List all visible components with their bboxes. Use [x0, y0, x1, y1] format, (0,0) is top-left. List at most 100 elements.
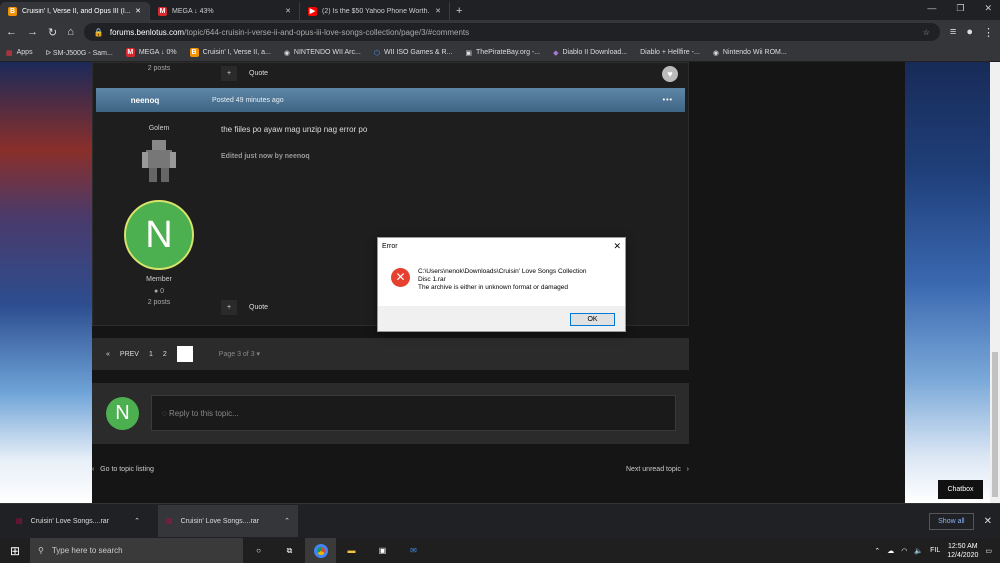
download-item[interactable]: ▤ Cruisin' Love Songs....rar ⌃: [158, 505, 298, 537]
prev-icon[interactable]: «: [106, 351, 110, 358]
chatbox-button[interactable]: Chatbox: [938, 480, 983, 499]
mail-icon[interactable]: ✉: [398, 538, 429, 563]
mega-icon: M: [125, 48, 135, 57]
dialog-titlebar: Error ✕: [378, 238, 625, 254]
more-options-icon[interactable]: •••: [663, 97, 673, 104]
browser-toolbar: ← → ↻ ⌂ 🔒 forums.benlotus.com/topic/644-…: [0, 20, 1000, 44]
notification-icon[interactable]: ▭: [985, 547, 992, 555]
cloud-icon[interactable]: ☁: [887, 547, 894, 555]
next-topic-link[interactable]: Next unread topic ›: [626, 466, 689, 473]
window-controls: — ❐ ✕: [927, 3, 992, 14]
new-tab-button[interactable]: +: [456, 5, 462, 17]
avatar: N: [106, 397, 139, 430]
taskbar-search[interactable]: ⚲ Type here to search: [30, 538, 243, 563]
prev-button[interactable]: PREV: [120, 351, 139, 358]
show-all-button[interactable]: Show all: [929, 512, 974, 530]
url-host: forums.benlotus.com: [109, 27, 185, 37]
bookmark-item[interactable]: B Cruisin' I, Verse II, a...: [189, 48, 271, 57]
back-icon[interactable]: ←: [6, 26, 17, 38]
home-icon[interactable]: ⌂: [67, 26, 74, 38]
error-icon: ✕: [391, 268, 410, 287]
chrome-icon[interactable]: [305, 538, 336, 563]
close-icon[interactable]: ✕: [613, 241, 621, 252]
bookmark-item[interactable]: ⬡ WII ISO Games & R...: [374, 49, 453, 57]
downloads-bar: ▤ Cruisin' Love Songs....rar ⌃ ▤ Cruisin…: [0, 503, 1000, 538]
heart-icon[interactable]: ♥: [662, 66, 678, 82]
bookmark-item[interactable]: ▣ ThePirateBay.org -...: [465, 49, 540, 57]
file-explorer-icon[interactable]: ▬: [336, 538, 367, 563]
tab-mega[interactable]: M MEGA ↓ 43% ✕: [150, 2, 300, 20]
minimize-icon[interactable]: —: [927, 3, 936, 14]
diablo-icon: ◆: [553, 49, 559, 57]
tab-cruisin[interactable]: B Cruisin' I, Verse II, and Opus III (I.…: [0, 2, 150, 20]
dialog-footer: OK: [378, 306, 625, 333]
download-item[interactable]: ▤ Cruisin' Love Songs....rar ⌃: [8, 505, 148, 537]
globe-icon: ◉: [283, 49, 290, 57]
reply-input[interactable]: ◌ Reply to this topic...: [151, 395, 676, 431]
chevron-up-icon[interactable]: ⌃: [284, 517, 290, 525]
reputation-icon: ●: [153, 288, 159, 295]
rank-title: Golem: [148, 125, 170, 132]
topic-navigation: ‹ Go to topic listing Next unread topic …: [92, 466, 689, 473]
page-jump[interactable]: Page 3 of 3 ▾: [219, 350, 260, 358]
reload-icon[interactable]: ↻: [48, 26, 57, 39]
menu-icon[interactable]: ⋮: [983, 26, 994, 39]
address-bar[interactable]: 🔒 forums.benlotus.com/topic/644-cruisin-…: [83, 23, 940, 41]
add-button[interactable]: +: [221, 300, 238, 315]
rar-file-icon: ▤: [16, 518, 23, 525]
quote-button[interactable]: Quote: [243, 66, 274, 81]
extension-icon[interactable]: ●: [966, 26, 973, 38]
globe-icon: ◉: [712, 49, 719, 57]
tab-youtube[interactable]: ▶ (2) Is the $50 Yahoo Phone Worth... ✕: [300, 2, 450, 20]
volume-icon[interactable]: 🔈: [914, 547, 923, 555]
clock[interactable]: 12:50 AM 12/4/2020: [947, 542, 978, 560]
start-button[interactable]: ⊞: [0, 544, 30, 558]
bookmark-apps[interactable]: ▦ Apps: [6, 49, 33, 57]
wifi-icon[interactable]: ◠: [901, 547, 907, 555]
bookmark-item[interactable]: Diablo + Hellfire -...: [640, 49, 700, 56]
page-current: [176, 346, 193, 362]
comment-icon: ◌: [162, 408, 169, 418]
forward-icon[interactable]: →: [27, 26, 38, 38]
language-indicator[interactable]: FIL: [930, 547, 940, 554]
task-view-icon[interactable]: ⧉: [274, 538, 305, 563]
bookmark-item[interactable]: ᐅ SM-J500G - Sam...: [46, 49, 113, 57]
edited-note: Edited just now by neenoq: [221, 153, 310, 160]
url-path: /topic/644-cruisin-i-verse-ii-and-opus-i…: [184, 27, 470, 37]
topic-listing-link[interactable]: ‹ Go to topic listing: [92, 466, 154, 473]
b-icon: B: [189, 48, 199, 57]
page-link-1[interactable]: 1: [149, 351, 153, 358]
member-group: Member: [146, 276, 172, 283]
lock-icon: 🔒: [93, 27, 104, 37]
apps-icon: ▦: [6, 49, 13, 57]
hex-icon: ⬡: [373, 49, 380, 57]
bookmark-item[interactable]: ◉ Nintendo Wii ROM...: [713, 49, 787, 57]
star-icon[interactable]: ☆: [923, 28, 930, 37]
dialog-message: C:\Users\nenok\Downloads\Cruisin' Love S…: [418, 268, 587, 291]
close-icon[interactable]: ✕: [135, 7, 141, 15]
ship-icon: ▣: [465, 49, 473, 57]
bookmark-item[interactable]: ◆ Diablo II Download...: [553, 49, 627, 57]
chevron-up-icon[interactable]: ⌃: [134, 517, 140, 525]
close-icon[interactable]: ✕: [435, 7, 441, 15]
close-icon[interactable]: ✕: [285, 7, 291, 15]
close-icon[interactable]: ✕: [984, 516, 992, 527]
scrollbar-thumb[interactable]: [992, 352, 998, 497]
author-name[interactable]: neenoq: [108, 96, 182, 105]
media-icon[interactable]: ≡: [950, 26, 956, 38]
add-button[interactable]: +: [221, 66, 238, 81]
avatar[interactable]: N: [124, 200, 194, 270]
chevron-up-icon[interactable]: ⌃: [874, 547, 880, 555]
store-icon[interactable]: ▣: [367, 538, 398, 563]
bookmark-item[interactable]: ◉ NINTENDO WII Arc...: [284, 49, 361, 57]
cortana-icon[interactable]: ○: [243, 538, 274, 563]
quote-button[interactable]: Quote: [243, 300, 274, 315]
bookmark-item[interactable]: M MEGA ↓ 0%: [125, 48, 177, 57]
windows-taskbar: ⊞ ⚲ Type here to search ○ ⧉ ▬ ▣ ✉ ⌃ ☁ ◠ 🔈…: [0, 538, 1000, 563]
close-icon[interactable]: ✕: [984, 3, 992, 14]
dialog-title: Error: [382, 242, 398, 250]
ok-button[interactable]: OK: [570, 313, 615, 326]
page-link-2[interactable]: 2: [163, 351, 167, 358]
post-timestamp[interactable]: Posted 49 minutes ago: [212, 97, 284, 104]
restore-icon[interactable]: ❐: [956, 3, 964, 14]
